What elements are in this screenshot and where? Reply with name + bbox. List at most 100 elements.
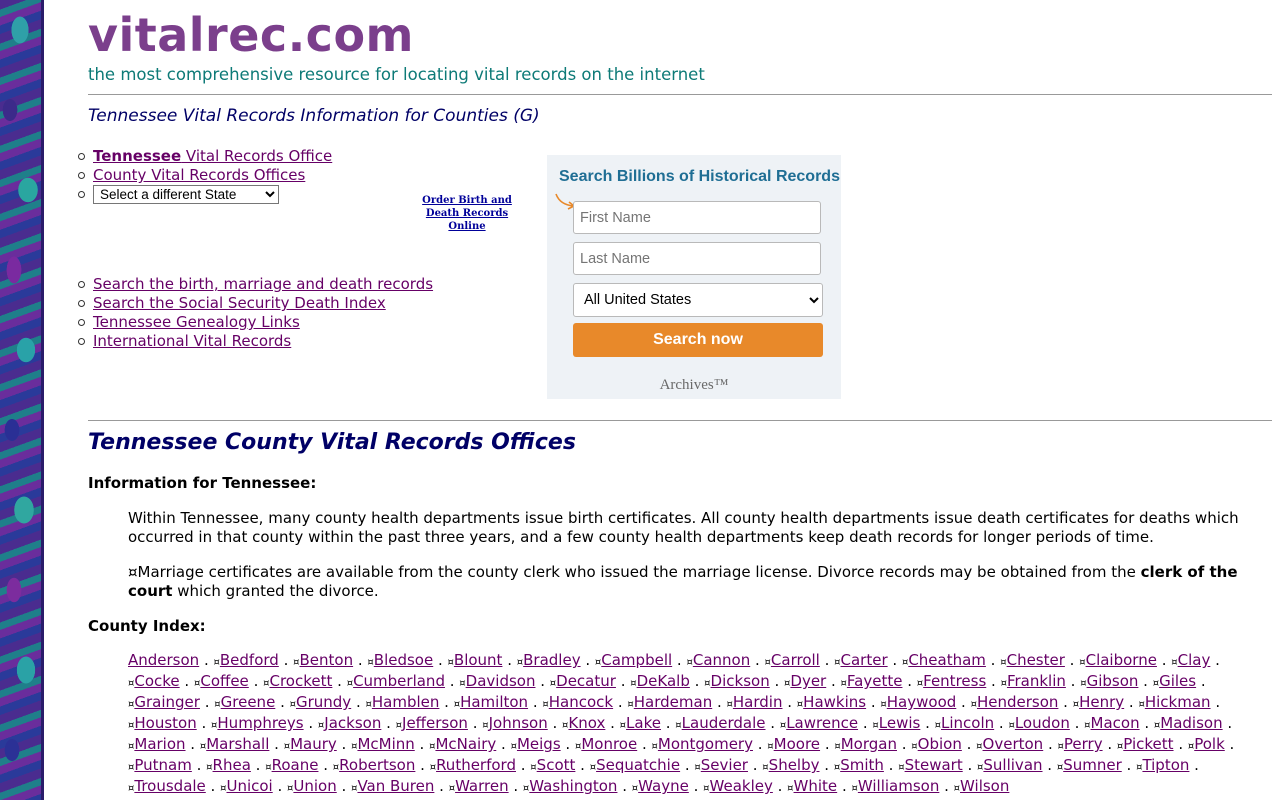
county-link[interactable]: Wayne xyxy=(638,777,689,795)
county-link[interactable]: Weakley xyxy=(710,777,773,795)
county-link[interactable]: Washington xyxy=(529,777,617,795)
site-logo[interactable]: vitalrec.com xyxy=(88,8,414,62)
county-link[interactable]: Campbell xyxy=(601,651,672,669)
county-link[interactable]: Lincoln xyxy=(941,714,994,732)
county-link[interactable]: Tipton xyxy=(1142,756,1189,774)
county-link[interactable]: Pickett xyxy=(1123,735,1173,753)
county-link[interactable]: Jackson xyxy=(324,714,381,732)
county-link[interactable]: Scott xyxy=(537,756,576,774)
county-link[interactable]: Union xyxy=(293,777,336,795)
county-link[interactable]: Cocke xyxy=(134,672,179,690)
county-link[interactable]: Greene xyxy=(221,693,276,711)
county-link[interactable]: Henry xyxy=(1079,693,1124,711)
county-link[interactable]: Cheatham xyxy=(908,651,986,669)
county-link[interactable]: Smith xyxy=(840,756,884,774)
county-link[interactable]: Coffee xyxy=(200,672,248,690)
county-link[interactable]: Hardeman xyxy=(634,693,712,711)
county-link[interactable]: DeKalb xyxy=(637,672,690,690)
county-link[interactable]: Lauderdale xyxy=(682,714,766,732)
county-link[interactable]: Bledsoe xyxy=(374,651,433,669)
order-records-link[interactable]: Order Birth and Death Records Online xyxy=(412,194,522,233)
genealogy-links-link[interactable]: Tennessee Genealogy Links xyxy=(93,313,300,331)
county-link[interactable]: Humphreys xyxy=(217,714,303,732)
county-link[interactable]: Rutherford xyxy=(436,756,516,774)
state-vital-records-office-link[interactable]: Tennessee Vital Records Office xyxy=(93,147,332,165)
county-link[interactable]: Davidson xyxy=(466,672,536,690)
county-link[interactable]: Johnson xyxy=(489,714,548,732)
county-link[interactable]: Unicoi xyxy=(226,777,272,795)
county-offices-link[interactable]: County Vital Records Offices xyxy=(93,166,305,184)
county-link[interactable]: McNairy xyxy=(435,735,496,753)
county-link[interactable]: Gibson xyxy=(1087,672,1139,690)
county-link[interactable]: Houston xyxy=(134,714,196,732)
county-link[interactable]: McMinn xyxy=(357,735,414,753)
county-link[interactable]: Trousdale xyxy=(134,777,205,795)
county-link[interactable]: Morgan xyxy=(841,735,897,753)
county-link[interactable]: Shelby xyxy=(769,756,820,774)
county-link[interactable]: Cannon xyxy=(693,651,750,669)
county-link[interactable]: Haywood xyxy=(887,693,957,711)
county-link[interactable]: Giles xyxy=(1159,672,1196,690)
county-link[interactable]: Blount xyxy=(454,651,503,669)
county-link[interactable]: Meigs xyxy=(517,735,561,753)
county-link[interactable]: Decatur xyxy=(556,672,616,690)
county-link[interactable]: Anderson xyxy=(128,651,199,669)
location-select[interactable]: All United States xyxy=(573,283,823,317)
county-link[interactable]: Hancock xyxy=(549,693,613,711)
county-link[interactable]: Benton xyxy=(300,651,354,669)
county-link[interactable]: Lake xyxy=(626,714,661,732)
county-link[interactable]: Knox xyxy=(568,714,605,732)
county-link[interactable]: Cumberland xyxy=(353,672,445,690)
county-link[interactable]: Marion xyxy=(134,735,185,753)
county-link[interactable]: Perry xyxy=(1064,735,1103,753)
county-link[interactable]: Monroe xyxy=(581,735,637,753)
county-link[interactable]: Sumner xyxy=(1063,756,1122,774)
archives-logo[interactable]: Archives™ xyxy=(547,377,841,394)
county-link[interactable]: Moore xyxy=(774,735,820,753)
county-link[interactable]: Chester xyxy=(1007,651,1065,669)
county-link[interactable]: Sequatchie xyxy=(596,756,680,774)
county-link[interactable]: Overton xyxy=(983,735,1044,753)
search-records-link[interactable]: Search the birth, marriage and death rec… xyxy=(93,275,433,293)
ssdi-link[interactable]: Search the Social Security Death Index xyxy=(93,294,386,312)
county-link[interactable]: Sevier xyxy=(701,756,748,774)
county-link[interactable]: Hamblen xyxy=(372,693,440,711)
county-link[interactable]: Carroll xyxy=(771,651,820,669)
county-link[interactable]: White xyxy=(794,777,838,795)
county-link[interactable]: Carter xyxy=(841,651,888,669)
county-link[interactable]: Roane xyxy=(272,756,319,774)
county-link[interactable]: Fayette xyxy=(847,672,903,690)
international-records-link[interactable]: International Vital Records xyxy=(93,332,291,350)
county-link[interactable]: Van Buren xyxy=(357,777,434,795)
county-link[interactable]: Stewart xyxy=(905,756,963,774)
search-now-button[interactable]: Search now xyxy=(573,323,823,357)
county-link[interactable]: Jefferson xyxy=(402,714,468,732)
county-link[interactable]: Sullivan xyxy=(983,756,1042,774)
county-link[interactable]: Montgomery xyxy=(658,735,753,753)
county-link[interactable]: Polk xyxy=(1194,735,1225,753)
county-link[interactable]: Rhea xyxy=(213,756,251,774)
county-link[interactable]: Dickson xyxy=(711,672,770,690)
county-link[interactable]: Hardin xyxy=(733,693,783,711)
county-link[interactable]: Grundy xyxy=(296,693,351,711)
county-link[interactable]: Williamson xyxy=(858,777,939,795)
county-link[interactable]: Lawrence xyxy=(786,714,858,732)
county-link[interactable]: Hawkins xyxy=(803,693,866,711)
county-link[interactable]: Putnam xyxy=(134,756,191,774)
county-link[interactable]: Bedford xyxy=(220,651,279,669)
county-link[interactable]: Hamilton xyxy=(460,693,528,711)
county-link[interactable]: Claiborne xyxy=(1086,651,1157,669)
county-link[interactable]: Dyer xyxy=(790,672,826,690)
county-link[interactable]: Loudon xyxy=(1015,714,1070,732)
first-name-input[interactable] xyxy=(573,201,821,234)
state-select[interactable]: Select a different State xyxy=(93,185,279,204)
county-link[interactable]: Macon xyxy=(1091,714,1140,732)
county-link[interactable]: Maury xyxy=(290,735,337,753)
last-name-input[interactable] xyxy=(573,242,821,275)
county-link[interactable]: Crockett xyxy=(269,672,332,690)
county-link[interactable]: Madison xyxy=(1160,714,1222,732)
county-link[interactable]: Fentress xyxy=(923,672,986,690)
county-link[interactable]: Clay xyxy=(1178,651,1211,669)
county-link[interactable]: Robertson xyxy=(339,756,415,774)
county-link[interactable]: Warren xyxy=(455,777,509,795)
